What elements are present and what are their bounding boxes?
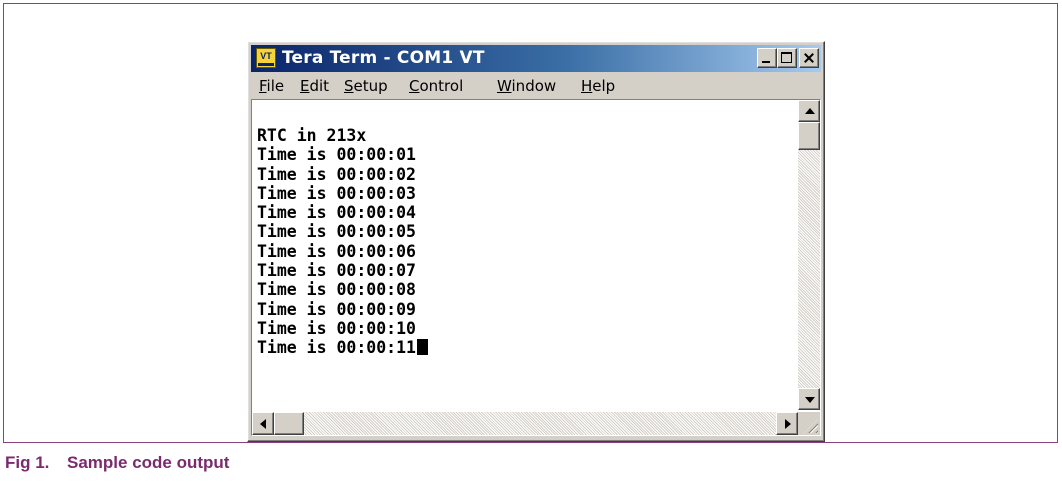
- terminal-line: Time is 00:00:03: [257, 183, 416, 203]
- figure-caption: Fig 1. Sample code output: [5, 453, 229, 473]
- terminal-line: Time is 00:00:02: [257, 164, 416, 184]
- scroll-right-button[interactable]: [776, 412, 798, 435]
- figure-number: Fig 1.: [5, 453, 50, 472]
- terminal-client-area[interactable]: RTC in 213x Time is 00:00:01 Time is 00:…: [251, 99, 821, 436]
- arrow-left-icon: [260, 419, 266, 429]
- terminal-line: Time is 00:00:05: [257, 222, 416, 242]
- horizontal-scroll-thumb[interactable]: [274, 412, 304, 435]
- figure-caption-text: Sample code output: [67, 453, 230, 472]
- scroll-up-button[interactable]: [798, 100, 820, 122]
- tera-term-window: VT Tera Term - COM1 VT File Edit Setup C…: [247, 41, 825, 442]
- terminal-output[interactable]: RTC in 213x Time is 00:00:01 Time is 00:…: [257, 126, 787, 402]
- text-cursor: [416, 339, 428, 356]
- menu-window[interactable]: Window: [497, 77, 556, 95]
- terminal-line: Time is 00:00:06: [257, 241, 416, 261]
- terminal-line: Time is 00:00:07: [257, 261, 416, 281]
- menu-bar: File Edit Setup Control Window Help: [251, 75, 821, 97]
- window-title: Tera Term - COM1 VT: [282, 48, 485, 68]
- maximize-button[interactable]: [777, 48, 797, 68]
- menu-edit[interactable]: Edit: [300, 77, 329, 95]
- terminal-line: Time is 00:00:09: [257, 299, 416, 319]
- title-bar[interactable]: VT Tera Term - COM1 VT: [251, 45, 821, 72]
- terminal-line: Time is 00:00:04: [257, 203, 416, 223]
- menu-setup[interactable]: Setup: [344, 77, 388, 95]
- menu-control[interactable]: Control: [409, 77, 463, 95]
- tera-term-app-icon[interactable]: VT: [256, 48, 276, 68]
- menu-file[interactable]: File: [259, 77, 284, 95]
- terminal-line-text: Time is 00:00:11: [257, 338, 416, 358]
- scroll-left-button[interactable]: [252, 412, 274, 435]
- close-button[interactable]: [799, 48, 819, 68]
- arrow-right-icon: [785, 419, 791, 429]
- horizontal-scrollbar[interactable]: [252, 412, 798, 435]
- terminal-last-line: Time is 00:00:11: [257, 338, 787, 357]
- terminal-line: Time is 00:00:08: [257, 280, 416, 300]
- terminal-line: RTC in 213x: [257, 126, 367, 145]
- figure-frame: VT Tera Term - COM1 VT File Edit Setup C…: [3, 3, 1058, 443]
- vertical-scroll-thumb[interactable]: [798, 122, 820, 150]
- arrow-down-icon: [805, 397, 815, 403]
- terminal-line: Time is 00:00:01: [257, 145, 416, 165]
- terminal-line: Time is 00:00:10: [257, 318, 416, 338]
- menu-help[interactable]: Help: [581, 77, 615, 95]
- scroll-down-button[interactable]: [798, 388, 820, 410]
- minimize-button[interactable]: [757, 48, 777, 68]
- size-grip-icon[interactable]: [798, 412, 820, 435]
- vertical-scrollbar[interactable]: [798, 100, 820, 410]
- arrow-up-icon: [805, 108, 815, 114]
